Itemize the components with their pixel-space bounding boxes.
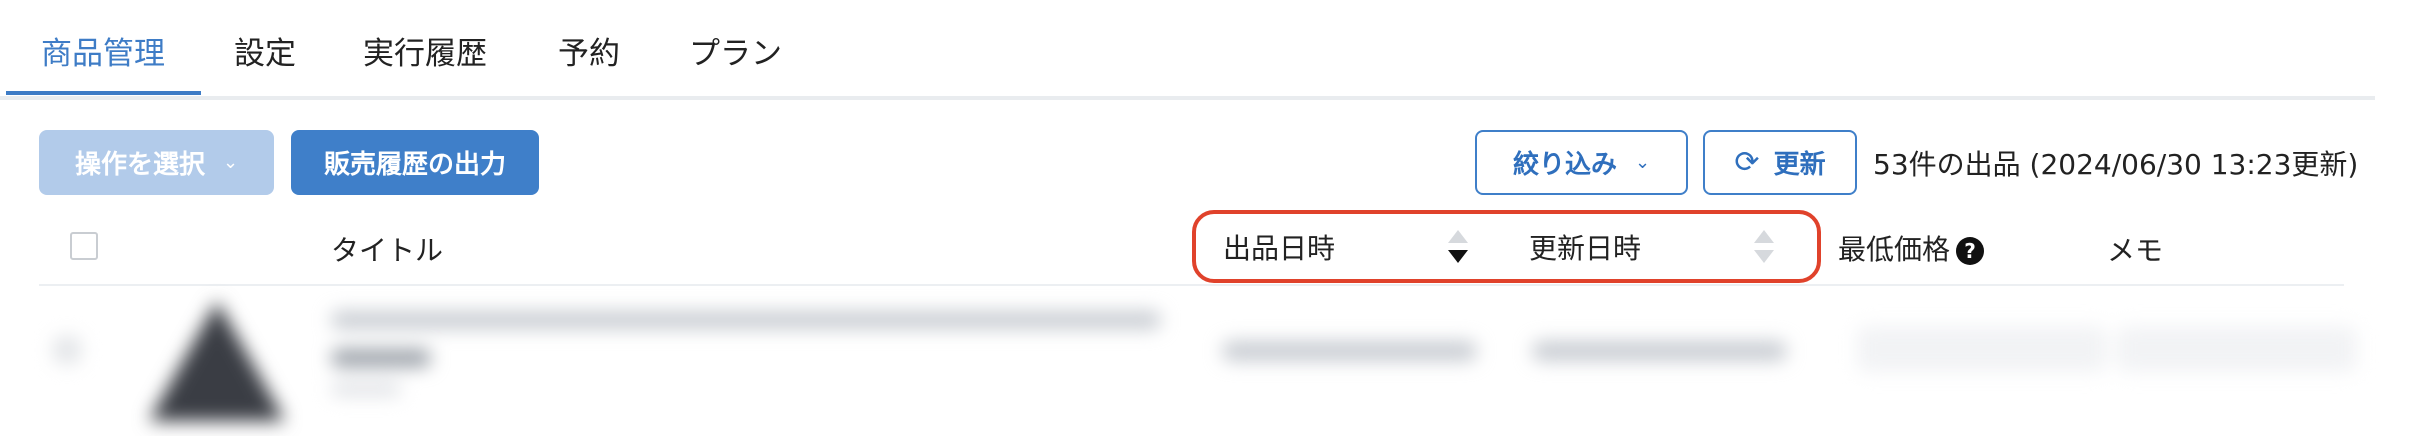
updated-at-value-blur: [1532, 341, 1787, 361]
column-header-memo: メモ: [2107, 234, 2164, 267]
memo-input-blur[interactable]: [2117, 326, 2357, 372]
tab-settings[interactable]: 設定: [234, 28, 296, 73]
date-columns-highlight: [1192, 210, 1821, 283]
refresh-label: 更新: [1773, 150, 1826, 180]
refresh-button[interactable]: ⟳ 更新: [1703, 130, 1857, 195]
product-meta-blur: [331, 382, 401, 396]
refresh-icon: ⟳: [1734, 145, 1760, 180]
row-checkbox[interactable]: [53, 336, 81, 364]
product-subtitle-blur: [331, 349, 431, 367]
min-price-input-blur[interactable]: [1857, 326, 2107, 372]
select-all-checkbox[interactable]: [70, 232, 98, 260]
filter-label: 絞り込み: [1512, 150, 1617, 180]
active-tab-indicator: [6, 91, 201, 95]
tab-plan[interactable]: プラン: [689, 28, 782, 73]
tab-bar: 商品管理 設定 実行履歴 予約 プラン: [0, 0, 2375, 100]
tab-reservation[interactable]: 予約: [558, 28, 620, 73]
table-row[interactable]: [39, 286, 2357, 436]
chevron-down-icon: ⌄: [222, 152, 239, 173]
action-select-label: 操作を選択: [74, 150, 205, 180]
sales-history-export-button[interactable]: 販売履歴の出力: [291, 130, 539, 195]
action-select-dropdown[interactable]: 操作を選択 ⌄: [39, 130, 274, 195]
column-header-min-price: 最低価格?: [1838, 228, 1985, 268]
tab-execution-history[interactable]: 実行履歴: [363, 28, 487, 73]
column-header-title: タイトル: [331, 234, 444, 267]
tab-product-management[interactable]: 商品管理: [41, 28, 165, 73]
listing-count-text: 53件の出品 (2024/06/30 13:23更新): [1873, 148, 2359, 181]
chevron-down-icon: ⌄: [1634, 152, 1651, 173]
product-title-blur: [331, 311, 1161, 329]
min-price-label: 最低価格: [1838, 233, 1951, 266]
product-thumbnail: [149, 301, 285, 421]
help-icon[interactable]: ?: [1956, 237, 1985, 265]
sales-history-export-label: 販売履歴の出力: [323, 150, 506, 180]
filter-dropdown[interactable]: 絞り込み ⌄: [1475, 130, 1688, 195]
listed-at-value-blur: [1222, 341, 1477, 361]
